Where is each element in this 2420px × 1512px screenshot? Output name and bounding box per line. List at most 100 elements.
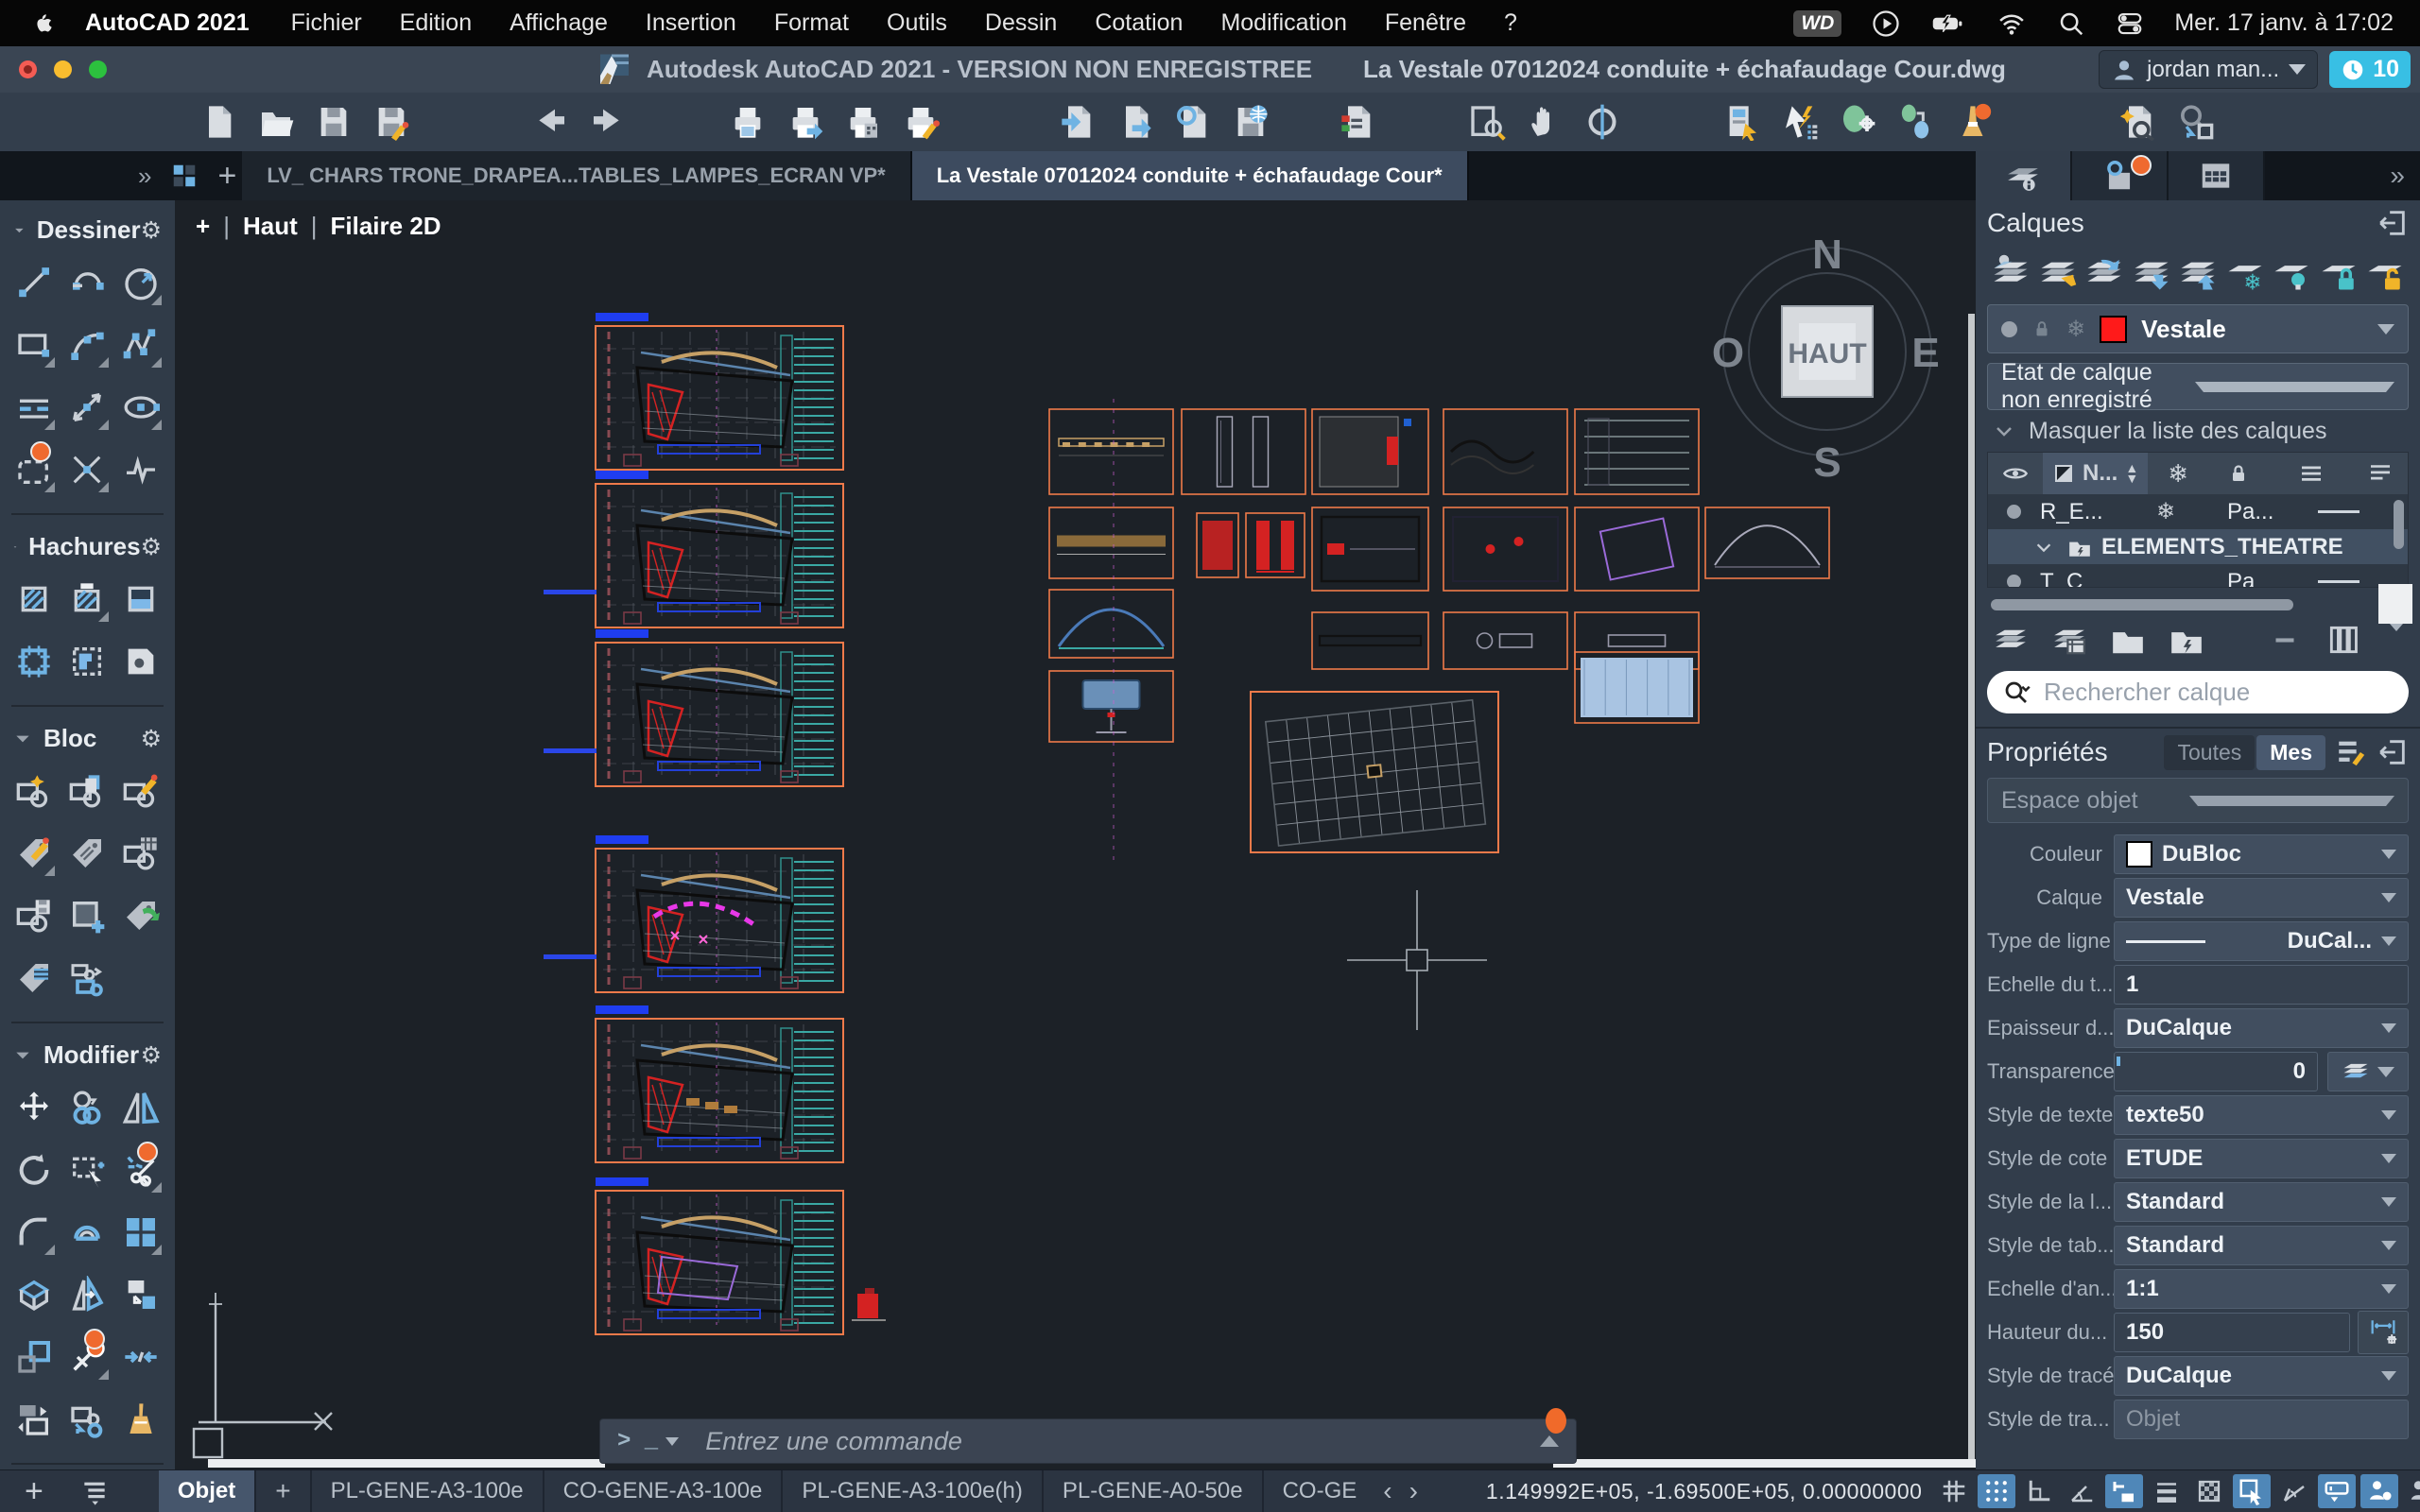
search-icon[interactable] <box>2057 9 2085 38</box>
color-select[interactable]: DuBloc <box>2114 834 2409 874</box>
save-web-button[interactable] <box>1231 101 1270 143</box>
linetype-select[interactable]: DuCal... <box>2114 921 2409 961</box>
layout-tab-3[interactable]: PL-GENE-A0-50e <box>1041 1470 1262 1512</box>
new-group-button[interactable] <box>2110 622 2146 658</box>
model-tab[interactable]: Objet <box>158 1470 255 1512</box>
menubar-clock[interactable]: Mer. 17 janv. à 17:02 <box>2174 9 2394 37</box>
command-history-toggle[interactable] <box>1540 1435 1559 1447</box>
view-orientation-control[interactable]: Haut <box>243 212 298 241</box>
tool-recouvrement[interactable] <box>114 641 167 682</box>
list-panel-icon[interactable] <box>79 1476 110 1506</box>
layer-list-hscrollbar[interactable] <box>1987 584 2412 624</box>
tool-nettoyer[interactable] <box>114 1399 167 1440</box>
close-panel-icon[interactable] <box>2377 736 2409 768</box>
apple-icon[interactable] <box>32 9 57 38</box>
menu-fentre[interactable]: Fenêtre <box>1385 9 1466 37</box>
layer-row-0[interactable]: R_E... ❄ Pa... <box>1988 494 2408 529</box>
tool-ellipse[interactable] <box>114 387 167 430</box>
autoscale-toggle[interactable] <box>2403 1474 2420 1508</box>
columns-button[interactable] <box>2325 622 2361 658</box>
gear-icon[interactable]: ⚙ <box>141 1041 162 1070</box>
annotation-visibility-toggle[interactable] <box>2360 1474 2399 1508</box>
reference-manager-button[interactable] <box>1338 101 1377 143</box>
hide-layer-list-toggle[interactable]: Masquer la liste des calques <box>1987 410 2409 452</box>
save-as-button[interactable] <box>372 101 411 143</box>
battery-icon[interactable] <box>1930 9 1966 38</box>
close-panel-icon[interactable] <box>2377 207 2409 239</box>
tool-decomposer[interactable] <box>8 1274 60 1315</box>
panel-header-modifier[interactable]: Modifier ⚙ <box>0 1025 175 1072</box>
tool-hachures[interactable] <box>8 578 60 620</box>
new-tab-button[interactable]: + <box>217 158 236 195</box>
layer-row-2[interactable]: T_C Pa <box>1988 564 2408 587</box>
tool-coupure[interactable] <box>60 449 113 492</box>
tool-cercle[interactable] <box>114 262 167 305</box>
tool-copier-objet[interactable] <box>60 1399 113 1440</box>
lineweight-column-icon[interactable] <box>2269 459 2353 488</box>
menubar-app-name[interactable]: AutoCAD 2021 <box>85 9 250 37</box>
tool-aligner[interactable] <box>8 1399 60 1440</box>
edit-properties-icon[interactable] <box>2335 736 2367 768</box>
prev-layout-button[interactable]: ‹ <box>1383 1476 1392 1506</box>
menu-fichier[interactable]: Fichier <box>291 9 362 37</box>
columns-caret[interactable] <box>2384 624 2403 648</box>
tab-sheet-set[interactable] <box>2169 151 2265 200</box>
tool-etirer[interactable] <box>60 1149 113 1191</box>
add-panel-icon[interactable]: + <box>25 1473 43 1510</box>
remove-button[interactable] <box>2267 622 2303 658</box>
menu-modification[interactable]: Modification <box>1220 9 1346 37</box>
tool-copier-bloc[interactable] <box>60 770 113 812</box>
layer-settings-button[interactable] <box>2038 253 2078 293</box>
plot-column-icon[interactable] <box>2353 459 2408 488</box>
tool-echelle-bloc[interactable] <box>114 1274 167 1315</box>
tab-attach[interactable] <box>2072 151 2169 200</box>
menu-cotation[interactable]: Cotation <box>1095 9 1183 37</box>
tool-rotation[interactable] <box>8 1149 60 1191</box>
tool-rectangle[interactable] <box>8 324 60 368</box>
match-properties-button[interactable] <box>2118 101 2158 143</box>
pick-height-button[interactable] <box>2358 1311 2409 1354</box>
tool-synchroniser-attributs[interactable] <box>114 895 167 936</box>
quick-select-button[interactable] <box>1780 101 1820 143</box>
tool-nuage-de-revision[interactable] <box>8 441 60 492</box>
tool-arc[interactable] <box>60 262 113 303</box>
menu-affichage[interactable]: Affichage <box>510 9 608 37</box>
previous-layer-button[interactable] <box>2084 253 2124 293</box>
tool-afficher-attributs[interactable] <box>8 957 60 999</box>
snap-toggle[interactable] <box>1978 1474 2016 1508</box>
tool-polyligne[interactable] <box>114 449 167 490</box>
close-window-button[interactable] <box>19 60 37 78</box>
layer-properties-button[interactable] <box>2051 622 2087 658</box>
value-select[interactable]: DuCalque <box>2114 1356 2409 1396</box>
chevron-down-icon[interactable] <box>666 1436 680 1446</box>
layout-tab-0[interactable]: PL-GENE-A3-100e <box>309 1470 543 1512</box>
attach-button[interactable] <box>1173 101 1213 143</box>
layer-off-button[interactable] <box>2272 253 2311 293</box>
tool-decaler[interactable] <box>60 1211 113 1253</box>
layer-state-dropdown[interactable]: Etat de calque non enregistré <box>1987 359 2409 413</box>
tool-echelle[interactable] <box>8 1336 60 1378</box>
filter-all-button[interactable]: Toutes <box>2164 734 2256 770</box>
isolate-layer-button[interactable] <box>2132 253 2171 293</box>
value-select[interactable]: Standard <box>2114 1182 2409 1222</box>
menu-?[interactable]: ? <box>1504 9 1517 37</box>
wifi-icon[interactable] <box>1996 9 2027 38</box>
tool-ajouter-bloc[interactable] <box>60 895 113 936</box>
tool-cotation-rapide[interactable] <box>60 387 113 430</box>
tool-reseau[interactable] <box>114 1211 167 1255</box>
tool-remplacer-bloc[interactable] <box>60 957 113 999</box>
user-account-button[interactable]: jordan man... <box>2099 50 2319 89</box>
polar-toggle[interactable] <box>2063 1474 2100 1508</box>
new-file-button[interactable] <box>199 101 238 143</box>
orbit-button[interactable] <box>1582 101 1622 143</box>
play-icon[interactable] <box>1872 9 1900 38</box>
panel-header-dessiner[interactable]: Dessiner ⚙ <box>0 200 175 247</box>
tool-contour[interactable] <box>8 641 60 682</box>
tool-modifier-hachures[interactable] <box>60 578 113 622</box>
dynamic-ucs-toggle[interactable] <box>2275 1474 2313 1508</box>
panel-header-hachures[interactable]: Hachures ⚙ <box>0 517 175 563</box>
transparency-input[interactable]: 0 <box>2114 1052 2318 1091</box>
import-button[interactable] <box>1058 101 1098 143</box>
new-filter-group-button[interactable] <box>2169 622 2204 658</box>
tool-ecrire-bloc[interactable] <box>8 895 60 936</box>
